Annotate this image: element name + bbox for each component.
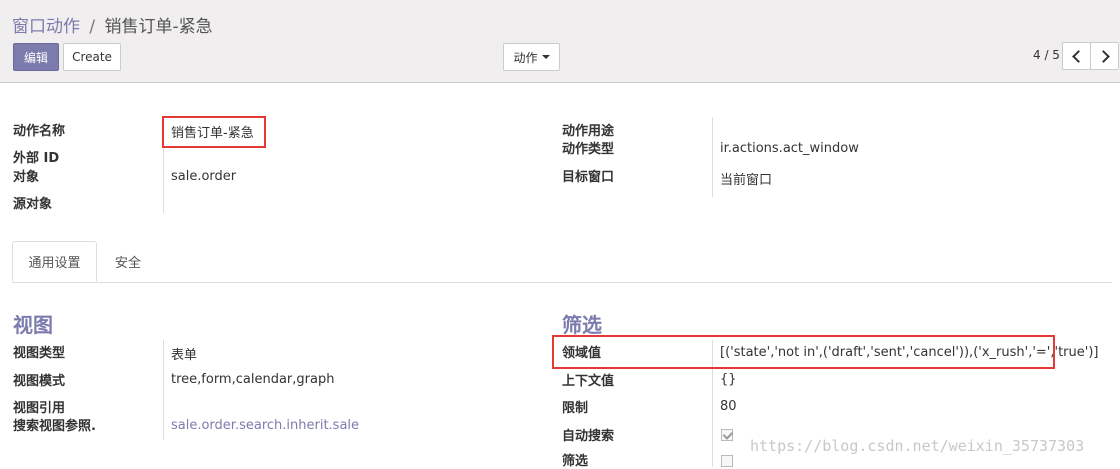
auto-search-checkbox[interactable] (721, 429, 733, 441)
view-mode-label: 视图模式 (13, 374, 66, 389)
auto-search-label: 自动搜索 (562, 429, 615, 444)
create-button[interactable]: Create (63, 43, 121, 71)
view-type-label: 视图类型 (13, 346, 66, 361)
pager-value: 4 / 5 (1033, 48, 1060, 62)
pager-next-button[interactable] (1090, 42, 1119, 70)
view-type-value: 表单 (171, 348, 198, 363)
action-name-label: 动作名称 (13, 124, 66, 139)
view-ref-label: 视图引用 (13, 401, 66, 416)
context-label: 上下文值 (562, 374, 615, 389)
control-panel: 窗口动作 / 销售订单-紧急 编辑 Create 动作 4 / 5 (0, 0, 1120, 83)
field-divider (712, 117, 713, 197)
limit-value: 80 (720, 399, 737, 414)
limit-label: 限制 (562, 401, 589, 416)
action-dropdown-button[interactable]: 动作 (503, 43, 560, 71)
target-window-label: 目标窗口 (562, 170, 615, 185)
field-divider (163, 340, 164, 440)
edit-button[interactable]: 编辑 (13, 43, 59, 71)
chevron-left-icon (1071, 49, 1085, 63)
action-type-value: ir.actions.act_window (720, 141, 859, 156)
breadcrumb-current: 销售订单-紧急 (104, 17, 213, 37)
watermark: https://blog.csdn.net/weixin_35737303 (750, 437, 1085, 455)
action-dropdown-label: 动作 (513, 50, 538, 65)
pager-previous-button[interactable] (1062, 42, 1091, 70)
action-type-label: 动作类型 (562, 142, 615, 157)
breadcrumb-separator: / (89, 17, 96, 37)
search-view-ref-label: 搜索视图参照. (13, 419, 96, 434)
breadcrumb: 窗口动作 / 销售订单-紧急 (12, 12, 213, 37)
view-mode-value: tree,form,calendar,graph (171, 372, 335, 387)
filters-section-title: 筛选 (562, 313, 602, 337)
filter-checkbox[interactable] (721, 455, 733, 467)
search-view-ref-link[interactable]: sale.order.search.inherit.sale (171, 418, 359, 433)
tab-security[interactable]: 安全 (100, 241, 156, 282)
caret-down-icon (541, 55, 550, 59)
external-id-label: 外部 ID (13, 151, 60, 166)
name-highlight-box (162, 116, 266, 148)
breadcrumb-parent-link[interactable]: 窗口动作 (12, 17, 80, 37)
notebook-tabs: 通用设置 安全 (12, 241, 1112, 283)
tab-general-settings[interactable]: 通用设置 (12, 241, 97, 282)
target-window-value: 当前窗口 (720, 173, 773, 188)
source-object-label: 源对象 (13, 197, 53, 212)
chevron-right-icon (1096, 49, 1110, 63)
context-value: {} (720, 372, 737, 387)
action-usage-label: 动作用途 (562, 124, 615, 139)
domain-highlight-box (552, 335, 1055, 369)
filter-label: 筛选 (562, 454, 589, 469)
object-label: 对象 (13, 170, 40, 185)
object-value: sale.order (171, 169, 237, 184)
views-section-title: 视图 (13, 313, 53, 337)
